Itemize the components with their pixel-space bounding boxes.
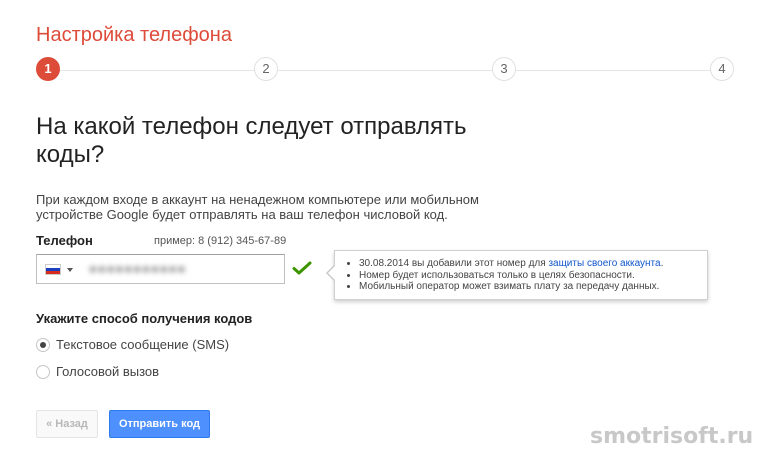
voice-radio-label: Голосовой вызов <box>56 364 160 379</box>
phone-input[interactable]: ●●●●●●●●●●● <box>36 254 285 284</box>
method-heading: Укажите способ получения кодов <box>36 311 253 326</box>
tooltip-list: 30.08.2014 вы добавили этот номер для за… <box>335 251 707 293</box>
watermark: smotrisoft.ru <box>590 424 754 449</box>
account-protection-link[interactable]: защиты своего аккаунта <box>548 258 660 269</box>
description-text: При каждом входе в аккаунт на ненадежном… <box>36 192 479 222</box>
caret-down-icon <box>67 268 73 272</box>
info-tooltip: 30.08.2014 вы добавили этот номер для за… <box>326 250 708 300</box>
sms-radio-button[interactable] <box>36 338 50 352</box>
step-3: 3 <box>492 57 516 81</box>
tooltip-period: . <box>660 258 664 269</box>
tooltip-added-text: 30.08.2014 вы добавили этот номер для <box>359 258 549 269</box>
checkmark-icon <box>292 261 312 275</box>
main-heading: На какой телефон следует отправлять коды… <box>36 113 467 168</box>
step-2: 2 <box>254 57 278 81</box>
phone-number-value: ●●●●●●●●●●● <box>89 261 187 276</box>
tooltip-item-security: Номер будет использоваться только в целя… <box>359 270 707 282</box>
back-button[interactable]: « Назад <box>36 410 98 438</box>
phone-example-hint: пример: 8 (912) 345-67-89 <box>154 235 287 247</box>
sms-radio-label: Текстовое сообщение (SMS) <box>56 337 230 352</box>
country-selector[interactable] <box>45 264 83 276</box>
stepper-line <box>48 70 724 71</box>
step-1: 1 <box>36 57 60 81</box>
progress-stepper: 1 2 3 4 <box>36 57 736 83</box>
russia-flag-icon <box>45 264 61 275</box>
step-4: 4 <box>710 57 734 81</box>
tooltip-item-added: 30.08.2014 вы добавили этот номер для за… <box>359 258 707 270</box>
tooltip-arrow-fill <box>328 266 335 280</box>
send-code-button[interactable]: Отправить код <box>109 410 210 438</box>
page-title: Настройка телефона <box>36 24 232 46</box>
tooltip-item-carrier: Мобильный оператор может взимать плату з… <box>359 281 707 293</box>
voice-radio-button[interactable] <box>36 365 50 379</box>
phone-label: Телефон <box>36 233 93 248</box>
